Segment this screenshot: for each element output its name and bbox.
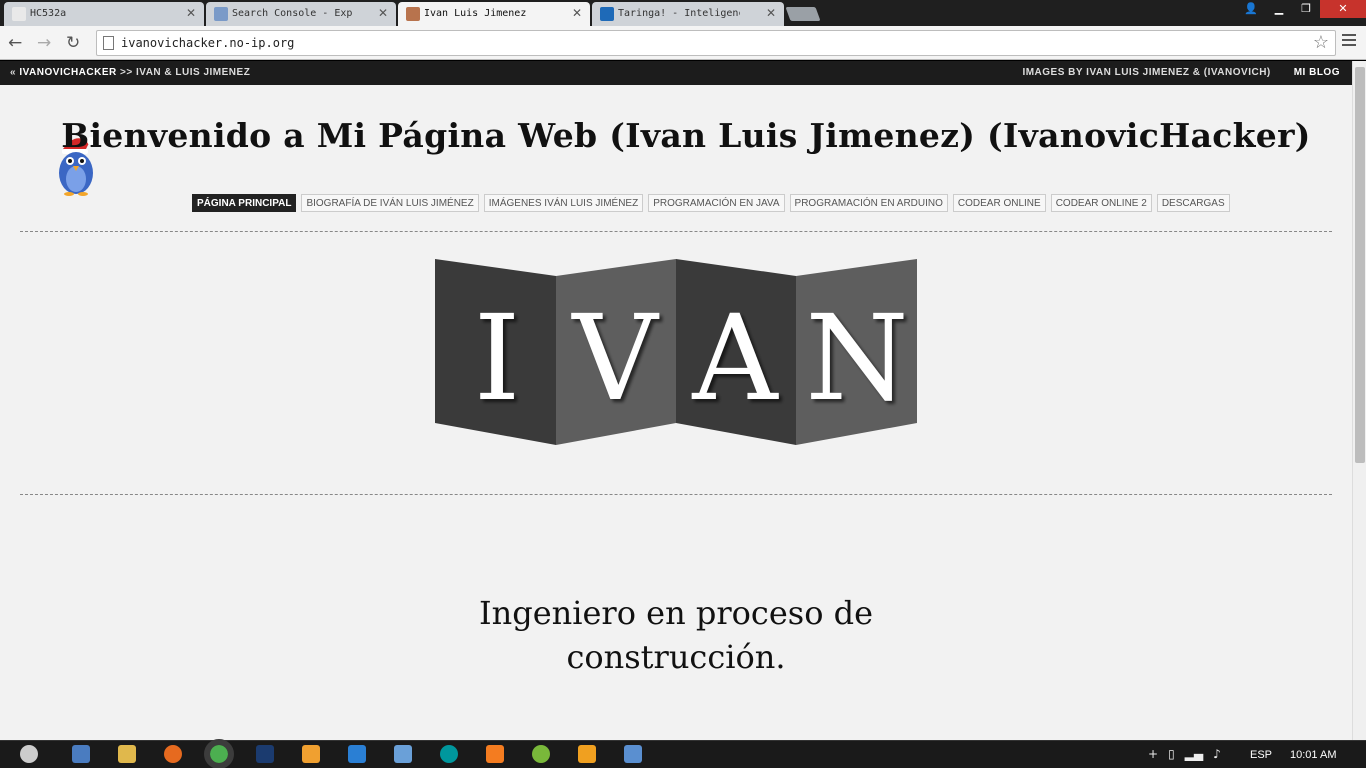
blog-link[interactable]: MI BLOG (1294, 67, 1340, 78)
utorrent-icon[interactable] (532, 745, 550, 763)
tab-title: Taringa! - Inteligencia (618, 8, 740, 19)
site-navigation: PÁGINA PRINCIPAL BIOGRAFÍA DE IVÁN LUIS … (192, 194, 1230, 212)
tab-close-icon[interactable]: ✕ (572, 6, 582, 20)
tab-favicon (406, 7, 420, 21)
new-tab-button[interactable] (785, 7, 821, 21)
nav-descargas[interactable]: DESCARGAS (1156, 194, 1230, 212)
arduino-icon[interactable] (440, 745, 458, 763)
nav-biografia[interactable]: BIOGRAFÍA DE IVÁN LUIS JIMÉNEZ (301, 194, 479, 212)
page-title: Bienvenido a Mi Página Web (Ivan Luis Ji… (61, 116, 1311, 155)
tab-search-console[interactable]: Search Console - Explor ✕ (206, 2, 396, 26)
tab-close-icon[interactable]: ✕ (186, 6, 196, 20)
explorer-window-icon[interactable] (72, 745, 90, 763)
logo-letter-n: N (805, 289, 908, 427)
language-indicator[interactable]: ESP (1250, 749, 1272, 761)
logo-letter-i: I (474, 289, 521, 427)
plus-icon[interactable]: + (1148, 747, 1158, 761)
page-icon (103, 36, 114, 50)
tab-title: HC532a (30, 8, 67, 19)
close-window-button[interactable]: ✕ (1320, 0, 1366, 18)
reload-icon[interactable]: ↻ (66, 33, 80, 53)
nav-codear-online-2[interactable]: CODEAR ONLINE 2 (1050, 194, 1152, 212)
tagline: Ingeniero en proceso de construcción. (400, 591, 952, 679)
breadcrumb: « IVANOVICHACKER >> IVAN & LUIS JIMENEZ (10, 61, 250, 85)
scrollbar-thumb[interactable] (1355, 67, 1365, 463)
url-text[interactable]: ivanovichacker.no-ip.org (121, 36, 294, 50)
os-taskbar: + ▯ ▂▄ ♪ ESP 10:01 AM (0, 739, 1366, 768)
back-arrow[interactable]: « (10, 67, 16, 78)
virtualbox-icon[interactable] (394, 745, 412, 763)
nav-pagina-principal[interactable]: PÁGINA PRINCIPAL (192, 194, 297, 212)
folder-icon[interactable] (118, 745, 136, 763)
battery-icon[interactable]: ▯ (1168, 747, 1175, 761)
tab-favicon (600, 7, 614, 21)
start-apple-icon[interactable] (20, 745, 38, 763)
menu-hamburger-icon[interactable] (1342, 34, 1356, 49)
chrome-icon[interactable] (204, 739, 234, 768)
xampp-icon[interactable] (486, 745, 504, 763)
nav-programacion-java[interactable]: PROGRAMACIÓN EN JAVA (648, 194, 785, 212)
brand-link[interactable]: IVANOVICHACKER (19, 67, 116, 78)
browser-toolbar: ← → ↻ ivanovichacker.no-ip.org ☆ (0, 26, 1366, 60)
signal-icon[interactable]: ▂▄ (1185, 747, 1203, 761)
topbar-links: IMAGES BY IVAN LUIS JIMENEZ & (IVANOVICH… (1022, 61, 1340, 85)
screen-app-icon[interactable] (624, 745, 642, 763)
vertical-scrollbar[interactable] (1352, 61, 1366, 740)
web-page: « IVANOVICHACKER >> IVAN & LUIS JIMENEZ … (0, 61, 1366, 740)
window-app-icon[interactable] (348, 745, 366, 763)
clock[interactable]: 10:01 AM (1290, 749, 1336, 761)
tab-close-icon[interactable]: ✕ (766, 6, 776, 20)
media-player-icon[interactable] (578, 745, 596, 763)
images-credit-link[interactable]: IMAGES BY IVAN LUIS JIMENEZ & (IVANOVICH… (1022, 67, 1270, 78)
tab-favicon (214, 7, 228, 21)
ivan-logo: I V A N (435, 259, 917, 445)
divider (20, 231, 1332, 232)
tab-title: Search Console - Explor (232, 8, 352, 19)
tab-title: Ivan Luis Jimenez (424, 8, 527, 19)
tab-hc532a[interactable]: HC532a ✕ (4, 2, 204, 26)
tab-taringa[interactable]: Taringa! - Inteligencia ✕ (592, 2, 784, 26)
nav-codear-online[interactable]: CODEAR ONLINE (952, 194, 1046, 212)
nav-imagenes[interactable]: IMÁGENES IVÁN LUIS JIMÉNEZ (483, 194, 644, 212)
divider (20, 494, 1332, 495)
browser-tab-strip: HC532a ✕ Search Console - Explor ✕ Ivan … (0, 0, 1366, 26)
minimize-button[interactable]: ▁ (1266, 0, 1292, 18)
photoshop-icon[interactable] (256, 745, 274, 763)
restore-button[interactable]: ❐ (1293, 0, 1319, 18)
forward-arrow-icon[interactable]: → (37, 33, 51, 53)
tab-favicon (12, 7, 26, 21)
tagline-line-2: construcción. (566, 638, 786, 676)
site-top-bar: « IVANOVICHACKER >> IVAN & LUIS JIMENEZ … (0, 61, 1352, 85)
fl-studio-icon[interactable] (302, 745, 320, 763)
nav-programacion-arduino[interactable]: PROGRAMACIÓN EN ARDUINO (789, 194, 948, 212)
tagline-line-1: Ingeniero en proceso de (478, 594, 874, 632)
breadcrumb-separator: >> (120, 67, 133, 78)
back-arrow-icon[interactable]: ← (8, 33, 22, 53)
volume-icon[interactable]: ♪ (1213, 747, 1221, 761)
user-icon[interactable]: 👤 (1238, 0, 1264, 18)
firefox-icon[interactable] (164, 745, 182, 763)
logo-letter-a: A (691, 289, 779, 427)
breadcrumb-current: IVAN & LUIS JIMENEZ (135, 67, 251, 78)
system-tray: + ▯ ▂▄ ♪ (1148, 747, 1221, 761)
bookmark-star-icon[interactable]: ☆ (1313, 32, 1329, 53)
tab-ivan-luis-jimenez[interactable]: Ivan Luis Jimenez ✕ (398, 2, 590, 26)
logo-letter-v: V (570, 289, 659, 427)
address-bar[interactable]: ivanovichacker.no-ip.org ☆ (96, 30, 1336, 56)
tab-close-icon[interactable]: ✕ (378, 6, 388, 20)
